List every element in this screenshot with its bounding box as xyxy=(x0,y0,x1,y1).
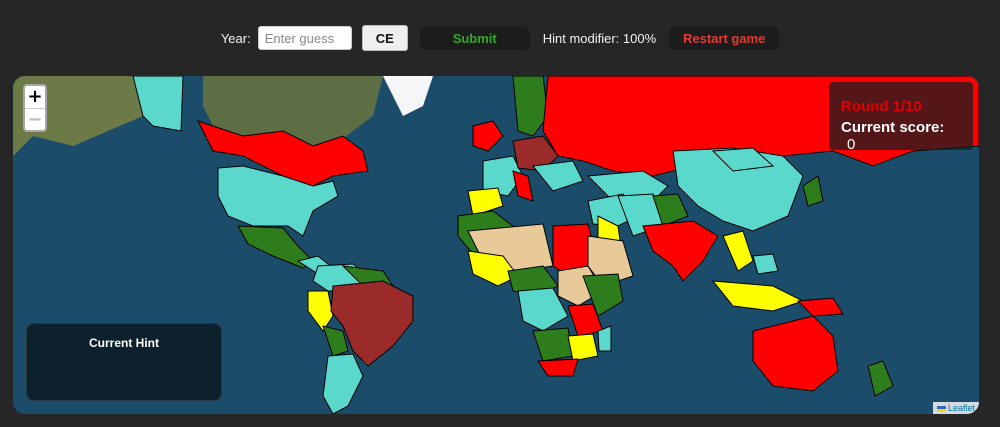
world-map[interactable]: + − Round 1/10 Current score: 0 Current … xyxy=(13,76,979,414)
year-label: Year: xyxy=(220,30,251,46)
score-panel: Round 1/10 Current score: 0 xyxy=(829,82,973,153)
round-counter: Round 1/10 xyxy=(841,98,922,115)
submit-button[interactable]: Submit xyxy=(419,26,530,50)
score-label: Current score: xyxy=(841,119,945,136)
hint-title: Current Hint xyxy=(89,336,159,350)
country-philippines[interactable] xyxy=(752,253,779,275)
score-value: 0 xyxy=(847,136,856,153)
hint-modifier-text: Hint modifier: 100% xyxy=(542,30,657,46)
era-toggle-button[interactable]: CE xyxy=(361,25,408,51)
year-input[interactable] xyxy=(257,26,352,50)
score-line: Current score: 0 xyxy=(841,119,961,153)
zoom-control: + − xyxy=(23,84,47,132)
hint-panel: Current Hint xyxy=(26,323,222,401)
toolbar: Year: CE Submit Hint modifier: 100% Rest… xyxy=(0,24,1000,52)
country-mozambique[interactable] xyxy=(567,333,599,362)
country-madagascar[interactable] xyxy=(597,325,612,352)
ukraine-flag-icon xyxy=(936,405,946,412)
zoom-out-button[interactable]: − xyxy=(25,108,45,131)
map-attribution: Leaflet xyxy=(932,402,979,414)
restart-game-button[interactable]: Restart game xyxy=(669,26,780,50)
leaflet-link[interactable]: Leaflet xyxy=(948,403,975,413)
zoom-in-button[interactable]: + xyxy=(25,86,45,108)
